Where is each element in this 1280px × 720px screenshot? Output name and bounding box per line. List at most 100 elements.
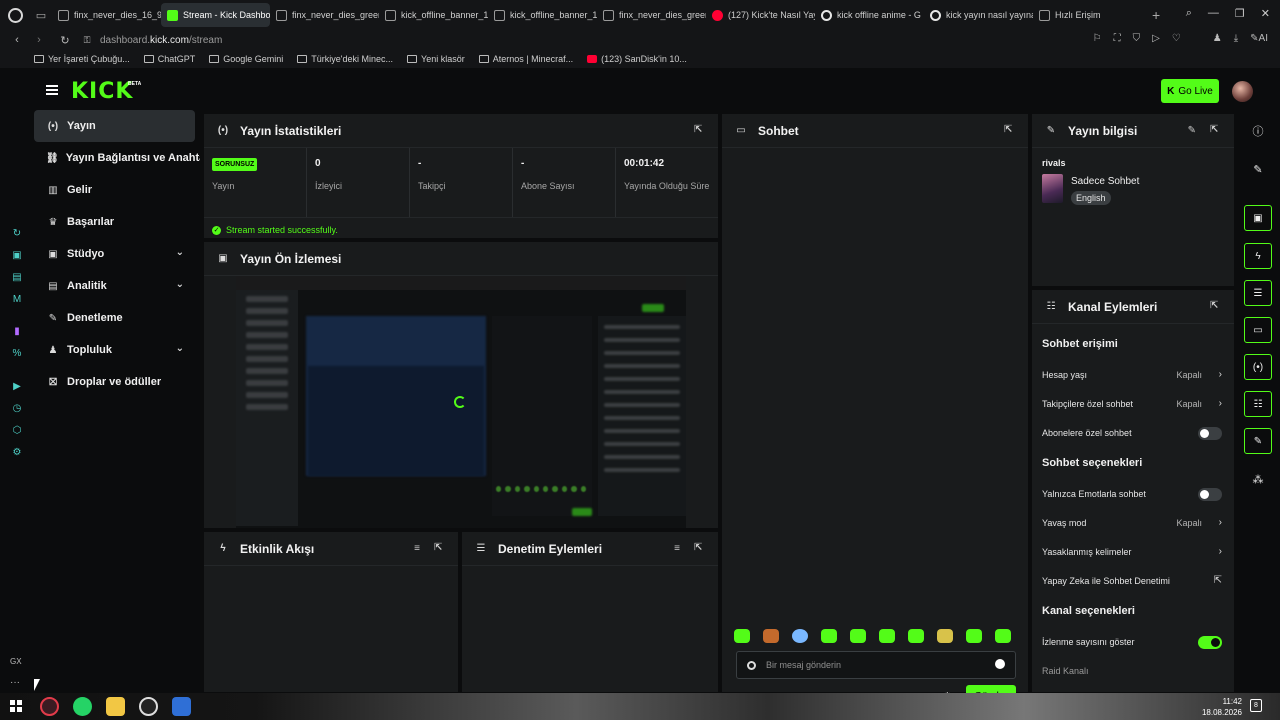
browser-tab[interactable]: finx_never_dies_green bbox=[270, 3, 379, 27]
sidebar-item[interactable]: ▥ Gelir bbox=[34, 174, 200, 206]
raid-row[interactable]: Raid Kanalı bbox=[1042, 656, 1224, 685]
file-explorer-taskbar-icon[interactable] bbox=[106, 697, 125, 716]
clock[interactable]: 11:42 18.08.2026 bbox=[1200, 696, 1242, 718]
url-field[interactable]: dashboard.kick.com/stream bbox=[100, 35, 222, 46]
obs-taskbar-icon[interactable] bbox=[139, 697, 158, 716]
popout-icon[interactable]: ⇱ bbox=[694, 543, 704, 553]
opera-gx-taskbar-icon[interactable] bbox=[40, 697, 59, 716]
chat-input[interactable]: Bir mesaj gönderin bbox=[736, 651, 1016, 679]
extensions-icon[interactable]: ♟ bbox=[1213, 33, 1222, 44]
browser-tab[interactable]: kick_offline_banner_16 bbox=[488, 3, 597, 27]
bookmark-item[interactable]: Türkiye'deki Minec... bbox=[297, 54, 393, 64]
heart-icon[interactable]: ♡ bbox=[1172, 33, 1181, 44]
bookmark-item[interactable]: (123) SanDisk'in 10... bbox=[587, 54, 687, 64]
popout-icon[interactable]: ⇱ bbox=[434, 543, 444, 553]
preview-rail-icon[interactable]: ▣ bbox=[1244, 205, 1272, 231]
more-icon[interactable]: ··· bbox=[10, 677, 20, 688]
chat-settings-icon[interactable] bbox=[747, 660, 756, 670]
forward-button[interactable]: › bbox=[30, 34, 48, 46]
sidebar-item[interactable]: ▣ Stüdyo ⌄ bbox=[34, 238, 200, 270]
emote-icon[interactable] bbox=[850, 629, 866, 643]
emote-icon[interactable] bbox=[792, 629, 808, 643]
percent-sidebar-icon[interactable]: % bbox=[11, 348, 23, 360]
history-sidebar-icon[interactable]: ◷ bbox=[11, 403, 23, 415]
popout-icon[interactable]: ⇱ bbox=[1210, 125, 1220, 135]
ai-moderation-row[interactable]: Yapay Zeka ile Sohbet Denetimi ⇱ bbox=[1042, 566, 1224, 595]
info-icon[interactable]: ⓘ bbox=[1244, 118, 1272, 144]
wallet-sidebar-icon[interactable]: ▤ bbox=[11, 272, 23, 284]
avatar[interactable] bbox=[1232, 81, 1253, 102]
sidebar-item[interactable]: (•) Yayın bbox=[34, 110, 195, 142]
filter-icon[interactable]: ≡ bbox=[414, 543, 420, 554]
kick-logo[interactable]: KICK bbox=[71, 79, 133, 104]
emoji-icon[interactable] bbox=[995, 659, 1005, 669]
shield-icon[interactable]: ⛉ bbox=[1133, 33, 1141, 44]
wrench-rail-icon[interactable]: ✎ bbox=[1244, 428, 1272, 454]
browser-tab[interactable]: kick_offline_banner_16 bbox=[379, 3, 488, 27]
sidebar-item[interactable]: ⛓ Yayın Bağlantısı ve Anahtar bbox=[34, 142, 200, 174]
bookmark-item[interactable]: Aternos | Minecraf... bbox=[478, 54, 573, 64]
emote-icon[interactable] bbox=[734, 629, 750, 643]
emote-icon[interactable] bbox=[821, 629, 837, 643]
sidebar-item[interactable]: ♟ Topluluk ⌄ bbox=[34, 334, 200, 366]
popout-icon[interactable]: ⇱ bbox=[1210, 301, 1220, 311]
download-icon[interactable]: ⤓ bbox=[1234, 33, 1238, 44]
bookmark-item[interactable]: ChatGPT bbox=[143, 54, 195, 64]
emote-icon[interactable] bbox=[995, 629, 1011, 643]
go-live-button[interactable]: K Go Live bbox=[1161, 79, 1219, 103]
filter-icon[interactable]: ≡ bbox=[674, 543, 680, 554]
restore-button[interactable]: ❐ bbox=[1235, 7, 1245, 20]
play-icon[interactable]: ▷ bbox=[1152, 33, 1160, 44]
reload-button[interactable]: ↻ bbox=[56, 34, 74, 47]
popout-icon[interactable]: ⇱ bbox=[1004, 125, 1014, 135]
banned-words-row[interactable]: Yasaklanmış kelimeler › bbox=[1042, 537, 1224, 566]
show-viewers-toggle[interactable] bbox=[1198, 636, 1222, 649]
browser-tab[interactable]: Stream - Kick Dashboard bbox=[161, 3, 270, 27]
search-tabs-icon[interactable]: ⌕ bbox=[1186, 7, 1192, 20]
bookmark-page-icon[interactable]: ⚐ bbox=[1093, 33, 1102, 44]
menu-icon[interactable] bbox=[46, 85, 58, 95]
settings-sidebar-icon[interactable]: ⚙ bbox=[11, 447, 23, 459]
sidebar-item[interactable]: ✎ Denetleme bbox=[34, 302, 200, 334]
browser-tab[interactable]: Hızlı Erişim bbox=[1033, 3, 1142, 27]
sidebar-item[interactable]: ▤ Analitik ⌄ bbox=[34, 270, 200, 302]
browser-tab[interactable]: finx_never_dies_16_9.j bbox=[52, 3, 161, 27]
ai-button[interactable]: ✎AI bbox=[1250, 33, 1268, 44]
browser-tab[interactable]: finx_never_dies_green bbox=[597, 3, 706, 27]
back-button[interactable]: ‹ bbox=[8, 34, 26, 46]
popout-icon[interactable]: ⇱ bbox=[694, 125, 704, 135]
whatsapp-taskbar-icon[interactable] bbox=[73, 697, 92, 716]
bookmark-item[interactable]: Yer İşareti Çubuğu... bbox=[34, 54, 130, 64]
stream-preview-video[interactable] bbox=[236, 276, 686, 528]
notifications-icon[interactable]: 8 bbox=[1250, 699, 1262, 712]
edit-icon[interactable]: ✎ bbox=[1188, 125, 1196, 136]
browser-tab[interactable]: (127) Kick'te Nasıl Yay bbox=[706, 3, 815, 27]
lightning-rail-icon[interactable]: ϟ bbox=[1244, 243, 1272, 269]
browser-tab[interactable]: kick offline anime - G bbox=[815, 3, 924, 27]
broadcast-rail-icon[interactable]: (•) bbox=[1244, 354, 1272, 380]
emote-icon[interactable] bbox=[879, 629, 895, 643]
followers-only-row[interactable]: Takipçilere özel sohbet Kapalı › bbox=[1042, 389, 1224, 418]
emote-icon[interactable] bbox=[763, 629, 779, 643]
pencil-icon[interactable]: ✎ bbox=[1244, 156, 1272, 182]
list-rail-icon[interactable]: ☰ bbox=[1244, 280, 1272, 306]
add-widget-icon[interactable]: ⁂ bbox=[1244, 466, 1272, 492]
snapshot-icon[interactable]: ⛶ bbox=[1114, 33, 1121, 44]
player-sidebar-icon[interactable]: ▶ bbox=[11, 381, 23, 393]
sidebar-item[interactable]: ♛ Başarılar bbox=[34, 206, 200, 238]
bookmark-item[interactable]: Yeni klasör bbox=[407, 54, 465, 64]
windows-start-icon[interactable] bbox=[10, 700, 22, 712]
emote-icon[interactable] bbox=[908, 629, 924, 643]
browser-tab[interactable]: kick yayın nasıl yayına bbox=[924, 3, 1033, 27]
actions-rail-icon[interactable]: ☷ bbox=[1244, 391, 1272, 417]
gmail-sidebar-icon[interactable]: M bbox=[11, 294, 23, 306]
chat-rail-icon[interactable]: ▭ bbox=[1244, 317, 1272, 343]
close-window-button[interactable]: ✕ bbox=[1261, 7, 1270, 20]
emote-icon[interactable] bbox=[966, 629, 982, 643]
opera-logo-icon[interactable] bbox=[0, 0, 30, 30]
shield-taskbar-icon[interactable] bbox=[172, 697, 191, 716]
workspaces-icon[interactable]: ▭ bbox=[30, 9, 52, 22]
sidebar-item[interactable]: ⛝ Droplar ve ödüller bbox=[34, 366, 200, 398]
extensions-sidebar-icon[interactable]: ⬡ bbox=[11, 425, 23, 437]
bookmark-item[interactable]: Google Gemini bbox=[209, 54, 283, 64]
